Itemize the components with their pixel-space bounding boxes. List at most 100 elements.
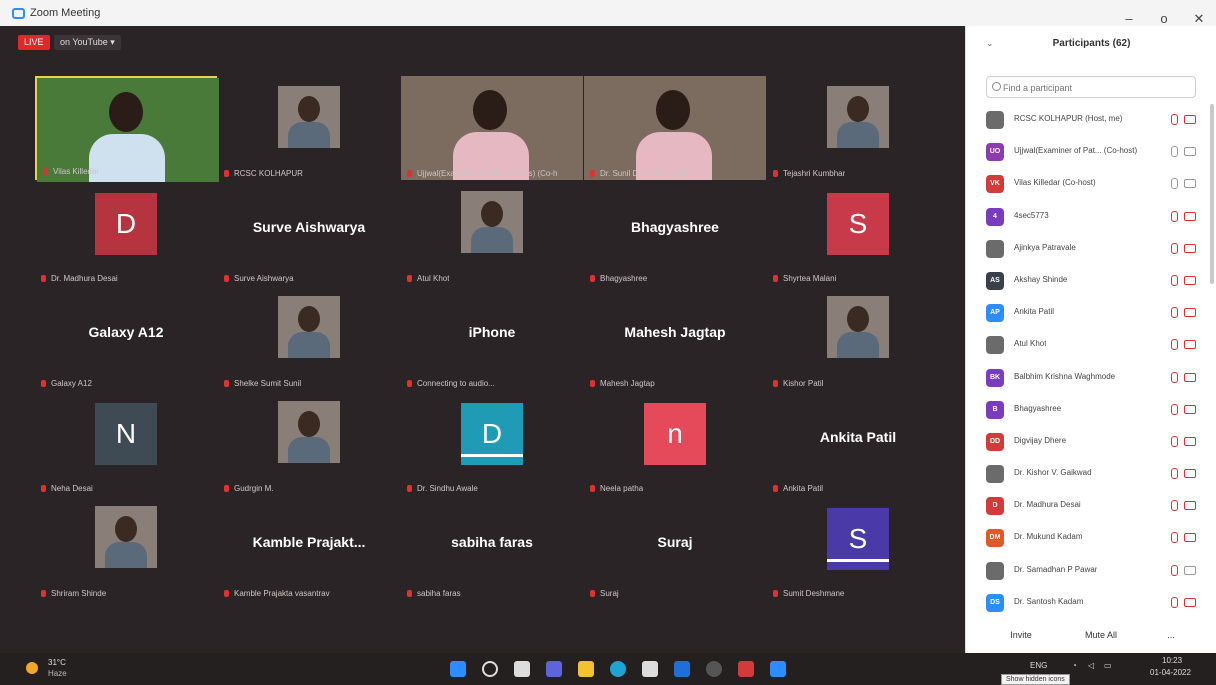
zoom-taskbar-icon[interactable] <box>770 661 786 677</box>
camera-off-icon[interactable] <box>1184 597 1196 607</box>
mcafee-icon[interactable] <box>738 661 754 677</box>
chat-icon[interactable] <box>546 661 562 677</box>
more-button[interactable]: ... <box>1161 626 1181 644</box>
participant-row[interactable]: UO Ujjwal(Examiner of Pat... (Co-host) <box>966 136 1216 168</box>
mic-muted-icon[interactable] <box>1171 532 1178 544</box>
windows-start-icon[interactable] <box>450 661 466 677</box>
video-tile[interactable]: Suraj Suraj <box>584 496 766 600</box>
participant-row[interactable]: AS Akshay Shinde <box>966 265 1216 297</box>
search-taskbar-icon[interactable] <box>482 661 498 677</box>
camera-off-icon[interactable] <box>1184 469 1196 479</box>
mic-muted-icon[interactable] <box>1171 403 1178 415</box>
participant-row[interactable]: BK Balbhim Krishna Waghmode <box>966 362 1216 394</box>
mail-icon[interactable] <box>674 661 690 677</box>
video-tile[interactable]: Tejashri Kumbhar <box>767 76 949 180</box>
participant-row[interactable]: DM Dr. Mukund Kadam <box>966 522 1216 554</box>
mic-muted-icon[interactable] <box>1171 468 1178 480</box>
mic-icon[interactable] <box>1171 146 1178 158</box>
participant-row[interactable]: AP Ankita Patil <box>966 297 1216 329</box>
video-tile[interactable]: D Dr. Sindhu Awale <box>401 391 583 495</box>
mic-muted-icon[interactable] <box>1171 274 1178 286</box>
participant-row[interactable]: Atul Khot <box>966 329 1216 361</box>
video-tile[interactable]: Gudrgin M. <box>218 391 400 495</box>
participant-row[interactable]: Ajinkya Patravale <box>966 233 1216 265</box>
participant-row[interactable]: D Dr. Madhura Desai <box>966 490 1216 522</box>
video-tile[interactable]: Surve Aishwarya Surve Aishwarya <box>218 181 400 285</box>
clock-time[interactable]: 10:23 <box>1162 656 1182 665</box>
participant-row[interactable]: B Bhagyashree <box>966 394 1216 426</box>
mic-muted-icon[interactable] <box>1171 210 1178 222</box>
camera-off-icon[interactable] <box>1184 243 1196 253</box>
video-tile[interactable]: Vilas Killedar <box>35 76 219 182</box>
clock-date[interactable]: 01-04-2022 <box>1150 668 1191 677</box>
scrollbar[interactable] <box>1210 104 1214 284</box>
participant-row[interactable]: DD Digvijay Dhere <box>966 426 1216 458</box>
video-tile[interactable]: sabiha faras sabiha faras <box>401 496 583 600</box>
camera-off-icon[interactable] <box>1184 115 1196 124</box>
camera-off-icon[interactable] <box>1184 308 1196 318</box>
video-tile[interactable]: Shriram Shinde <box>35 496 217 600</box>
mic-muted-icon <box>590 380 595 387</box>
camera-off-icon[interactable] <box>1184 436 1196 446</box>
volume-icon[interactable]: ◁ <box>1088 661 1094 670</box>
mic-muted-icon[interactable] <box>1171 564 1178 576</box>
task-view-icon[interactable] <box>514 661 530 677</box>
video-tile[interactable]: Shelke Sumit Sunil <box>218 286 400 390</box>
mic-muted-icon[interactable] <box>1171 371 1178 383</box>
camera-off-icon[interactable] <box>1184 211 1196 221</box>
live-badge[interactable]: LIVE <box>18 35 50 50</box>
camera-off-icon[interactable] <box>1184 275 1196 285</box>
search-input[interactable] <box>1003 80 1191 95</box>
mic-muted-icon[interactable] <box>1171 500 1178 512</box>
video-tile[interactable]: D Dr. Madhura Desai <box>35 181 217 285</box>
video-tile[interactable]: Ankita Patil Ankita Patil <box>767 391 949 495</box>
language-indicator[interactable]: ENG <box>1030 661 1047 670</box>
video-tile[interactable]: Dr. Sunil Desai (Co-host) <box>584 76 766 180</box>
battery-icon[interactable]: ▭ <box>1104 661 1112 670</box>
video-tile[interactable]: Ujjwal(Examiner of Patents&Des) (Co-h <box>401 76 583 180</box>
store-icon[interactable] <box>642 661 658 677</box>
mic-muted-icon[interactable] <box>1171 242 1178 254</box>
file-explorer-icon[interactable] <box>578 661 594 677</box>
camera-icon[interactable] <box>1184 179 1196 189</box>
wifi-icon[interactable]: ◔ <box>1072 661 1077 670</box>
camera-icon[interactable] <box>1184 565 1196 575</box>
camera-off-icon[interactable] <box>1184 340 1196 350</box>
mute-all-button[interactable]: Mute All <box>1071 626 1131 644</box>
video-tile[interactable]: n Neela patha <box>584 391 766 495</box>
dell-icon[interactable] <box>706 661 722 677</box>
video-tile[interactable]: iPhone Connecting to audio... <box>401 286 583 390</box>
mic-muted-icon[interactable] <box>1171 596 1178 608</box>
invite-button[interactable]: Invite <box>996 626 1046 644</box>
video-tile[interactable]: Atul Khot <box>401 181 583 285</box>
participant-row[interactable]: RCSC KOLHAPUR (Host, me) <box>966 104 1216 136</box>
video-tile[interactable]: S Sumit Deshmane <box>767 496 949 600</box>
camera-off-icon[interactable] <box>1184 501 1196 511</box>
video-tile[interactable]: S Shyrtea Malani <box>767 181 949 285</box>
stream-dropdown[interactable]: on YouTube ▾ <box>54 35 121 50</box>
participant-row[interactable]: Dr. Samadhan P Pawar <box>966 555 1216 587</box>
video-tile[interactable]: Kishor Patil <box>767 286 949 390</box>
video-tile[interactable]: RCSC KOLHAPUR <box>218 76 400 180</box>
video-tile[interactable]: Bhagyashree Bhagyashree <box>584 181 766 285</box>
mic-icon[interactable] <box>1171 178 1178 190</box>
video-tile[interactable]: N Neha Desai <box>35 391 217 495</box>
mic-muted-icon[interactable] <box>1171 339 1178 351</box>
participant-row[interactable]: DS Dr. Santosh Kadam <box>966 587 1216 619</box>
camera-off-icon[interactable] <box>1184 372 1196 382</box>
participant-row[interactable]: VK Vilas Killedar (Co-host) <box>966 168 1216 200</box>
mic-muted-icon[interactable] <box>1171 307 1178 319</box>
camera-icon[interactable] <box>1184 147 1196 157</box>
participant-row[interactable]: 4 4sec5773 <box>966 201 1216 233</box>
video-tile[interactable]: Kamble Prajakt... Kamble Prajakta vasantr… <box>218 496 400 600</box>
mic-muted-icon[interactable] <box>1171 435 1178 447</box>
video-tile[interactable]: Mahesh Jagtap Mahesh Jagtap <box>584 286 766 390</box>
video-tile[interactable]: Galaxy A12 Galaxy A12 <box>35 286 217 390</box>
participant-name: Sumit Deshmane <box>783 589 845 598</box>
mic-muted-icon[interactable] <box>1171 114 1178 125</box>
participant-row[interactable]: Dr. Kishor V. Gaikwad <box>966 458 1216 490</box>
search-box[interactable] <box>986 76 1196 98</box>
camera-off-icon[interactable] <box>1184 533 1196 543</box>
camera-off-icon[interactable] <box>1184 404 1196 414</box>
edge-icon[interactable] <box>610 661 626 677</box>
